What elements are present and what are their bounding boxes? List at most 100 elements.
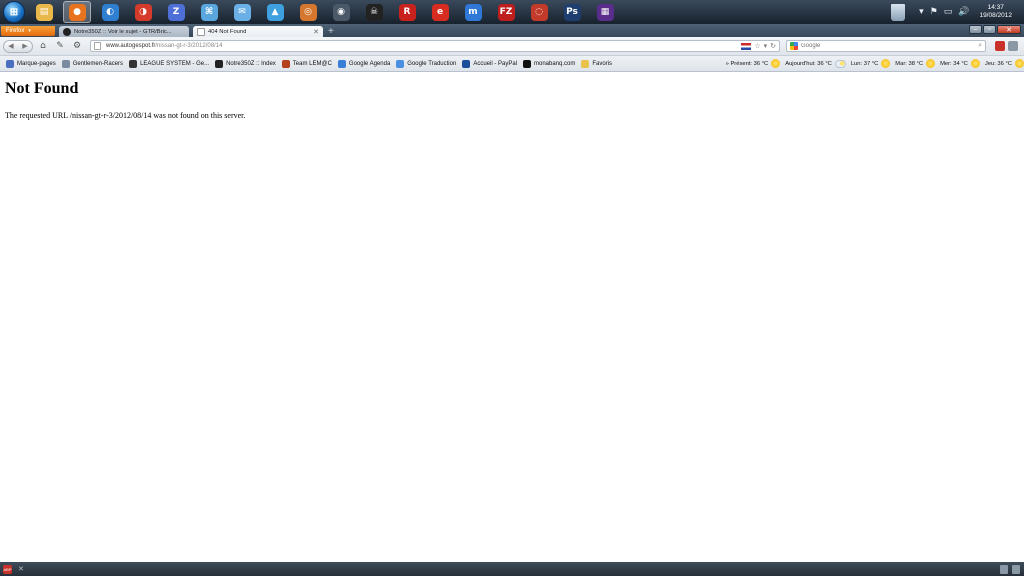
maximize-button[interactable]: ▫ [983, 25, 996, 34]
tab-404-not-found[interactable]: 404 Not Found ✕ [193, 26, 323, 37]
taskbar-clock[interactable]: 14:37 19/08/2012 [979, 4, 1012, 20]
status-right-icons [996, 564, 1020, 574]
bookmark-item[interactable]: Google Agenda [337, 59, 390, 68]
close-window-button[interactable]: ✕ [997, 25, 1021, 34]
taskbar-app-app-browser[interactable]: ◎ [294, 1, 322, 23]
bookmark-item[interactable]: monabanq.com [523, 59, 575, 68]
sun-icon [1015, 59, 1024, 68]
edit-tool-icon[interactable]: ✎ [53, 41, 67, 51]
addon-red-icon[interactable] [995, 41, 1005, 51]
taskbar-app-app-dark[interactable]: ☠ [360, 1, 388, 23]
bookmark-item[interactable]: Accueil - PayPal [462, 59, 517, 68]
url-bar[interactable]: www.autogespot.fr /nissan-gt-r-3/2012/08… [90, 40, 780, 52]
settings-tool-icon[interactable]: ⚙ [70, 41, 84, 51]
taskbar-app-firefox[interactable]: ● [63, 1, 91, 23]
bookmark-label: Accueil - PayPal [473, 60, 517, 67]
status-addon-icon[interactable] [1000, 564, 1008, 574]
weather-label: Mer: 34 °C [940, 60, 968, 67]
bookmark-item[interactable]: Google Traduction [396, 59, 456, 68]
taskbar-app-app-network[interactable]: ⌘ [195, 1, 223, 23]
taskbar-app-app-bird[interactable]: ▲ [261, 1, 289, 23]
color-pick-icon: ▦ [596, 3, 614, 21]
volume-icon[interactable]: 🔊 [958, 7, 969, 17]
page-favicon-icon [197, 27, 205, 36]
tab-close-icon[interactable]: ✕ [313, 28, 319, 36]
close-addon-bar-icon[interactable]: ✕ [18, 565, 24, 573]
taskbar-app-app-r-racing[interactable]: R [393, 1, 421, 23]
recycle-bin-icon[interactable] [891, 3, 906, 21]
search-bar[interactable]: ⌕ [786, 40, 986, 52]
weather-day[interactable]: Jeu: 36 °C [985, 59, 1024, 68]
weather-day[interactable]: Lun: 37 °C [851, 59, 891, 68]
firefox-menu-button[interactable]: Firefox ▾ [1, 26, 55, 36]
bookmark-item[interactable]: Favoris [581, 59, 612, 68]
tab-title: 404 Not Found [208, 28, 247, 35]
taskbar-app-photoshop[interactable]: Ps [558, 1, 586, 23]
taskbar-app-app-m[interactable]: m [459, 1, 487, 23]
weather-day[interactable]: Mar: 38 °C [895, 59, 936, 68]
firefox-menu-label: Firefox [6, 28, 25, 34]
start-button[interactable]: ⊞ [3, 1, 25, 23]
bookmark-label: Gentlemen-Racers [72, 60, 124, 67]
network-icon[interactable]: ▭ [944, 7, 953, 17]
bookmark-item[interactable]: LEAGUE SYSTEM - Ge... [129, 59, 209, 68]
bookmark-item[interactable]: Marque-pages [6, 59, 56, 68]
taskbar-app-filezilla[interactable]: FZ [492, 1, 520, 23]
bookmark-favicon-icon [337, 59, 346, 68]
tab-title: Notre350Z :: Voir le sujet - GTR/Bric... [74, 28, 172, 35]
bookmark-item[interactable]: Notre350Z :: Index [215, 59, 276, 68]
app-m-icon: m [464, 3, 482, 21]
taskbar-app-app-z[interactable]: Z [162, 1, 190, 23]
weather-forecast: » Présent: 36 °C Aujourd'hui: 36 °C Lun: 3… [721, 59, 1024, 68]
taskbar-app-color-pick[interactable]: ▦ [591, 1, 619, 23]
taskbar-pinned-apps: ▤ ● ◐ ◑ Z ⌘ ✉ ▲ ◎ ◉ ☠ Re m FZ ◌ Ps ▦ [25, 1, 619, 23]
taskbar-app-app-mail[interactable]: ✉ [228, 1, 256, 23]
app-blue-swirl-icon: ◐ [101, 3, 119, 21]
search-input[interactable] [801, 43, 951, 49]
bookmark-favicon-icon [281, 59, 290, 68]
app-mail-icon: ✉ [233, 3, 251, 21]
bookmark-star-icon[interactable]: ☆ [754, 42, 760, 50]
forward-button[interactable]: ▶ [18, 42, 32, 50]
action-center-flag-icon[interactable]: ⚑ [930, 7, 938, 17]
flag-icon [741, 42, 752, 50]
addon-menu-icon[interactable] [1008, 41, 1018, 51]
adblock-icon[interactable]: ABP [3, 564, 12, 574]
weather-label: Mar: 38 °C [895, 60, 924, 67]
taskbar-app-app-e-racing[interactable]: e [426, 1, 454, 23]
bookmark-item[interactable]: Team LEM@C [281, 59, 332, 68]
minimize-button[interactable]: – [969, 25, 982, 34]
page-identity-icon[interactable] [94, 42, 101, 50]
addon-buttons [992, 41, 1018, 51]
resize-grip-icon[interactable] [1012, 564, 1020, 574]
error-message: The requested URL /nissan-gt-r-3/2012/08… [5, 111, 246, 120]
taskbar-app-app-red-swirl[interactable]: ◑ [129, 1, 157, 23]
search-icon[interactable]: ⌕ [978, 42, 982, 50]
addon-bar: ABP ✕ [0, 562, 1024, 576]
bookmark-favicon-icon [396, 59, 405, 68]
chevron-down-icon: ▾ [28, 28, 31, 34]
taskbar-app-windows-explorer[interactable]: ▤ [30, 1, 58, 23]
bookmark-item[interactable]: Gentlemen-Racers [61, 59, 124, 68]
weather-day[interactable]: Mer: 34 °C [940, 59, 980, 68]
reload-icon[interactable]: ↻ [770, 42, 776, 50]
tray-expand-icon[interactable]: ▾ [919, 7, 924, 17]
bookmark-favicon-icon [581, 59, 590, 68]
bookmark-favicon-icon [61, 59, 70, 68]
home-button[interactable]: ⌂ [36, 41, 50, 51]
app-bird-icon: ▲ [266, 3, 284, 21]
new-tab-button[interactable]: + [328, 26, 334, 37]
weather-day[interactable]: Aujourd'hui: 36 °C [785, 59, 846, 68]
taskbar-app-app-blue-swirl[interactable]: ◐ [96, 1, 124, 23]
tab-notre350z[interactable]: Notre350Z :: Voir le sujet - GTR/Bric... [59, 26, 189, 37]
taskbar-app-app-steam[interactable]: ◉ [327, 1, 355, 23]
history-dropdown-icon[interactable]: ▾ [764, 42, 768, 50]
google-engine-icon[interactable] [790, 42, 798, 50]
weather-day[interactable]: » Présent: 36 °C [726, 59, 781, 68]
filezilla-icon: FZ [497, 3, 515, 21]
app-red-swirl-icon: ◑ [134, 3, 152, 21]
bookmark-favicon-icon [129, 59, 138, 68]
taskbar-app-app-red-ring[interactable]: ◌ [525, 1, 553, 23]
bookmark-list: Marque-pages Gentlemen-Racers LEAGUE SYSTE… [0, 59, 612, 68]
back-button[interactable]: ◀ [4, 42, 18, 50]
